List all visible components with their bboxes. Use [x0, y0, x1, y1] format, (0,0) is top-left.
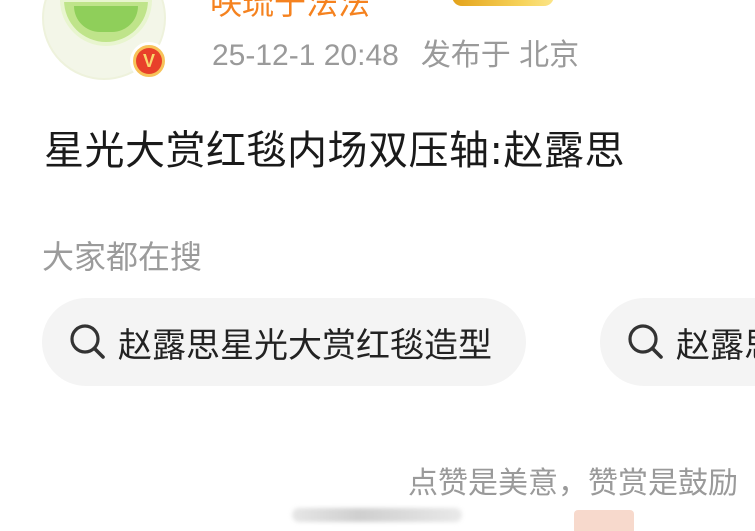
verified-mark: V — [136, 48, 162, 74]
search-chip-1[interactable]: 赵露思星光大赏红毯造型 — [42, 298, 526, 386]
search-chip-label: 赵露思 — [676, 325, 755, 366]
weibo-post-view: V 咲琉于法法 25-12-1 20:48 发布于 北京 星光大赏红毯内场双压轴:… — [0, 0, 755, 531]
member-level-badge-icon[interactable] — [452, 0, 554, 6]
post-meta: 25-12-1 20:48 发布于 北京 — [212, 30, 579, 74]
post-timestamp: 25-12-1 20:48 — [212, 39, 399, 72]
trending-search-title: 大家都在搜 — [42, 238, 203, 276]
post-headline: 星光大赏红毯内场双压轴:赵露思 — [44, 128, 625, 174]
reward-avatars-row — [292, 508, 462, 522]
search-icon — [70, 324, 105, 359]
search-chip-2[interactable]: 赵露思 — [600, 298, 755, 386]
reward-encourage-text: 点赞是美意，赞赏是鼓励 — [408, 466, 738, 501]
username[interactable]: 咲琉于法法 — [210, 0, 370, 24]
verified-badge-icon: V — [130, 42, 168, 80]
post-location: 发布于 北京 — [420, 39, 580, 72]
search-chip-label: 赵露思星光大赏红毯造型 — [118, 325, 492, 366]
search-icon — [628, 324, 663, 359]
reward-button[interactable] — [574, 510, 634, 531]
